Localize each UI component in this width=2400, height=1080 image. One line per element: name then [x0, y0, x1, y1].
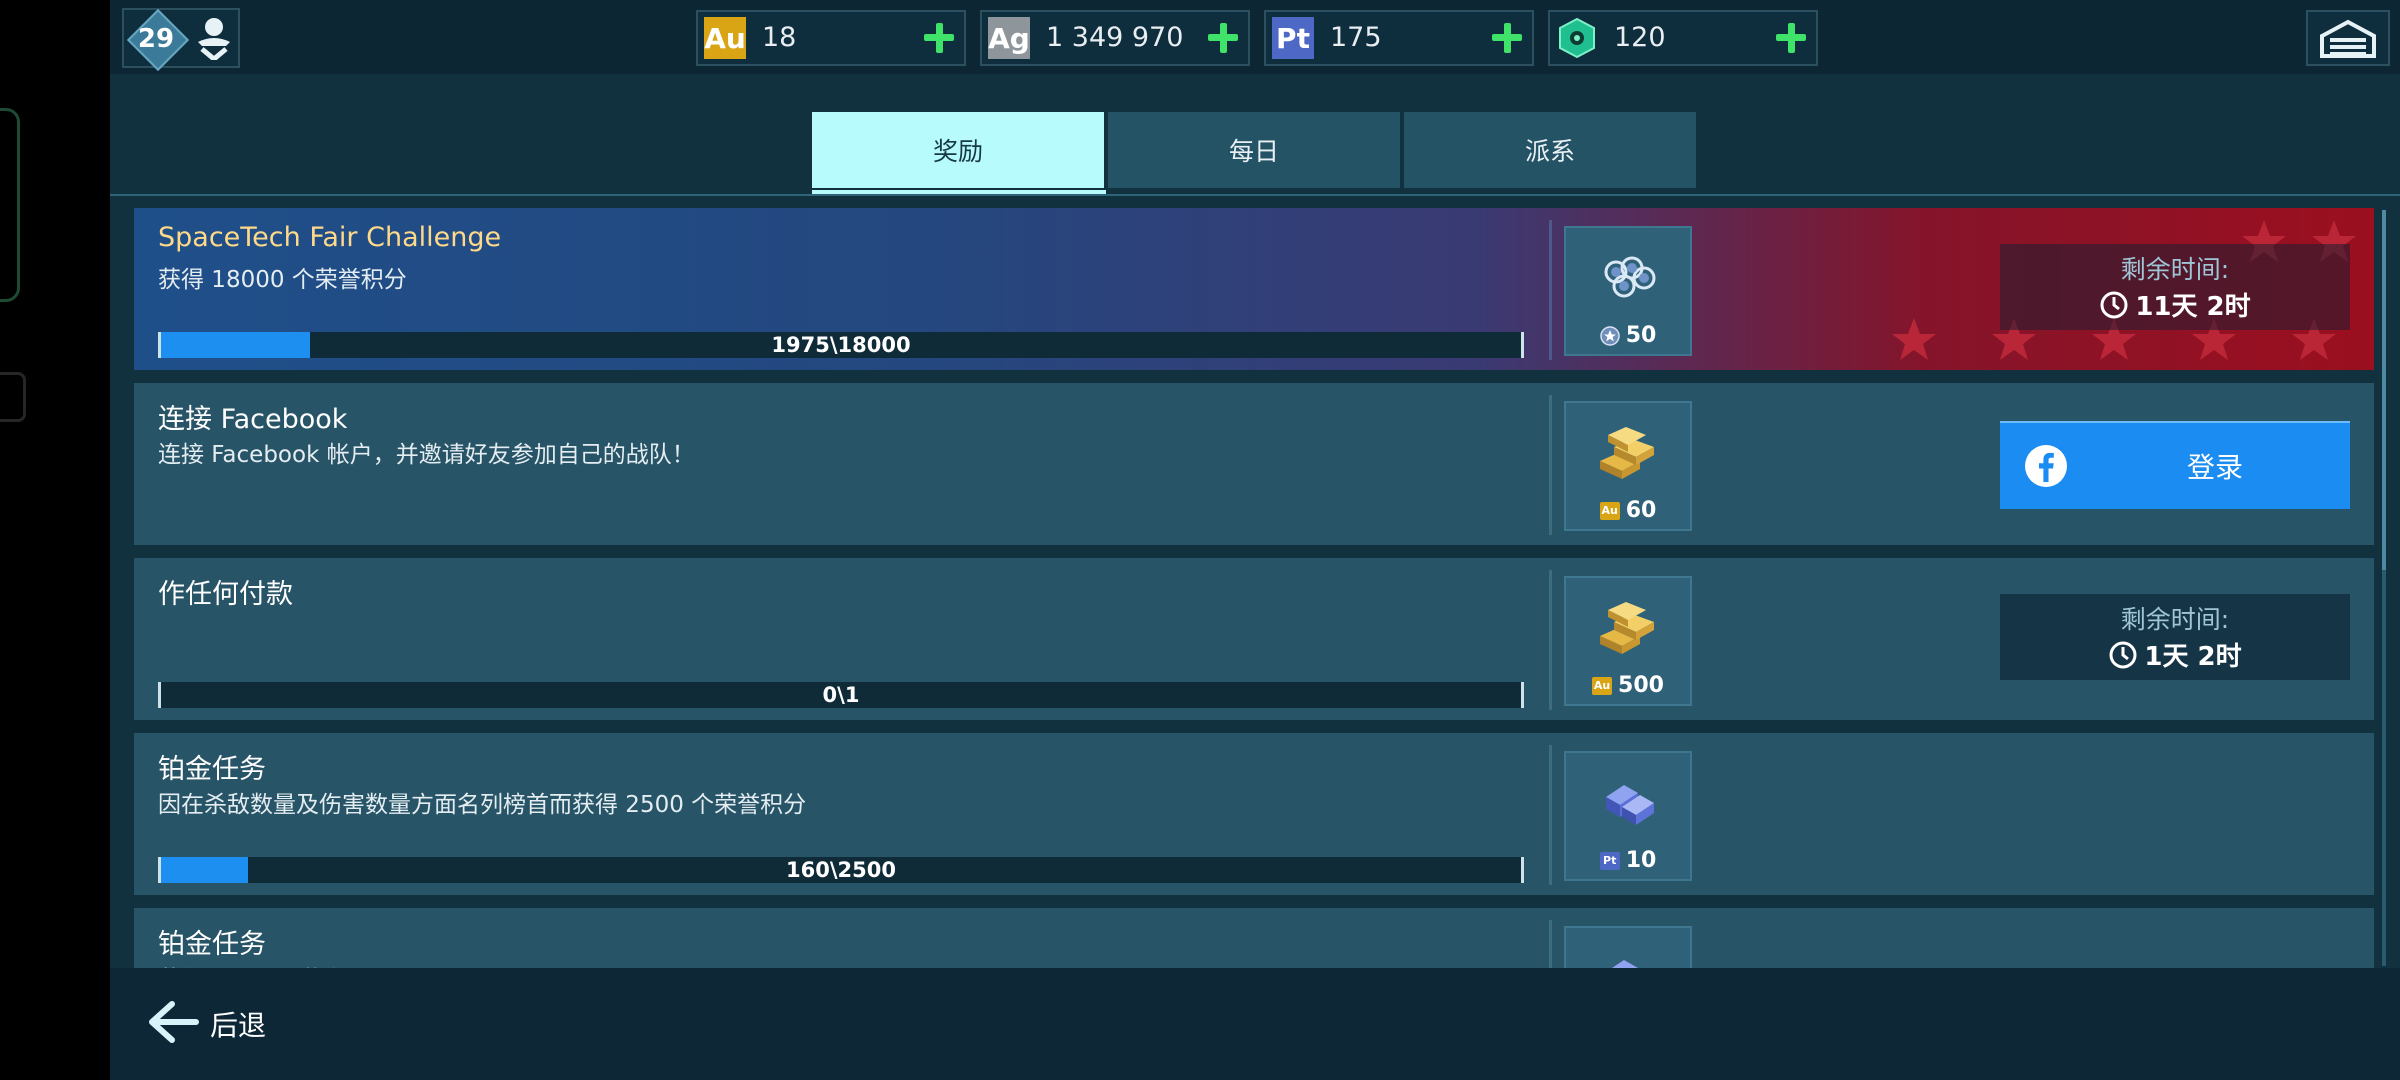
top-bar: 29 Au 18 Ag 1 349 970 Pt 175 120 [110, 0, 2400, 74]
add-platinum-button[interactable] [1488, 19, 1526, 57]
reward-amount-value: 500 [1618, 673, 1664, 698]
mission-row[interactable]: 铂金任务 因在杀敌数量及伤害数量方面名列榜首而获得 2500 个荣誉积分 160… [134, 733, 2374, 895]
reward-amount-value: 10 [1625, 848, 1657, 873]
platinum-amount: 175 [1330, 22, 1382, 53]
gold-au-icon: Au [1599, 501, 1620, 520]
gold-au-icon: Au [704, 17, 746, 59]
mission-row[interactable]: 作任何付款 0\1 Au 500 剩余时间: 1天 2时 [134, 558, 2374, 720]
row-separator [1549, 570, 1552, 710]
gold-amount: 18 [762, 22, 797, 53]
device-edge [0, 0, 110, 1080]
progress-text: 160\2500 [786, 858, 896, 882]
reward-amount: 50 [1566, 323, 1690, 348]
missions-screen: 29 Au 18 Ag 1 349 970 Pt 175 120 奖励 每日 派… [110, 0, 2400, 1080]
currency-platinum: Pt 175 [1264, 10, 1534, 66]
back-button[interactable]: 后退 [210, 1004, 266, 1044]
row-separator [1549, 220, 1552, 360]
mission-progress-bar: 160\2500 [158, 857, 1524, 883]
hangar-button[interactable] [2306, 10, 2390, 66]
scrollbar-thumb[interactable] [2382, 210, 2386, 570]
progress-text: 1975\18000 [771, 333, 911, 357]
tab-rewards[interactable]: 奖励 [812, 112, 1104, 188]
currency-silver: Ag 1 349 970 [980, 10, 1250, 66]
mission-title: SpaceTech Fair Challenge [158, 222, 502, 253]
component-amount: 120 [1614, 22, 1666, 53]
add-gold-button[interactable] [920, 19, 958, 57]
mission-description: 因在杀敌数量及伤害数量方面名列榜首而获得 2500 个荣誉积分 [158, 792, 807, 818]
time-remaining: 剩余时间: 1天 2时 [2000, 594, 2350, 680]
player-level-badge[interactable]: 29 [122, 8, 240, 72]
silver-amount: 1 349 970 [1046, 22, 1184, 53]
gold-au-icon: Au [1592, 676, 1613, 695]
mission-progress-bar: 1975\18000 [158, 332, 1524, 358]
silver-ag-icon: Ag [988, 17, 1030, 59]
mission-row[interactable]: 铂金任务 获得 1700 个荣誉积分 [134, 908, 2374, 968]
reward-amount: Au 500 [1566, 673, 1690, 698]
honor-medals-icon [1604, 256, 1656, 298]
mission-row[interactable]: SpaceTech Fair Challenge 获得 18000 个荣誉积分 … [134, 208, 2374, 370]
header-divider [110, 194, 2400, 196]
honor-points-icon [1599, 325, 1620, 346]
bottom-bar: 后退 [110, 968, 2400, 1080]
time-remaining-label: 剩余时间: [2120, 255, 2230, 284]
mission-description: 获得 18000 个荣誉积分 [158, 267, 407, 293]
mission-title: 铂金任务 [158, 929, 266, 960]
back-arrow-icon[interactable] [144, 998, 200, 1046]
reward-box[interactable]: Au 500 [1564, 576, 1692, 706]
platinum-bars-icon [1612, 960, 1638, 968]
row-separator [1549, 745, 1552, 885]
time-remaining-value: 11天 2时 [2135, 292, 2251, 322]
mission-title: 连接 Facebook [158, 404, 348, 435]
add-component-button[interactable] [1772, 19, 1810, 57]
mission-list[interactable]: SpaceTech Fair Challenge 获得 18000 个荣誉积分 … [134, 208, 2374, 968]
player-level: 29 [137, 24, 175, 54]
platinum-bars-icon [1606, 785, 1654, 825]
clock-icon [2100, 291, 2128, 318]
reward-amount-value: 60 [1625, 498, 1657, 523]
reward-amount: Au 60 [1566, 498, 1690, 523]
progress-text: 0\1 [822, 683, 860, 707]
mission-row[interactable]: 连接 Facebook 连接 Facebook 帐户，并邀请好友参加自己的战队！… [134, 383, 2374, 545]
row-separator [1549, 395, 1552, 535]
gold-bars-icon [1600, 602, 1654, 654]
reward-box[interactable] [1564, 926, 1692, 968]
side-button[interactable] [0, 372, 26, 422]
hangar-icon [2320, 19, 2376, 58]
facebook-icon [2025, 445, 2067, 487]
side-panel-handle[interactable] [0, 108, 20, 302]
currency-component: 120 [1548, 10, 1818, 66]
time-remaining-value-row: 1天 2时 [2000, 636, 2350, 673]
time-remaining: 剩余时间: 11天 2时 [2000, 244, 2350, 330]
mission-progress-bar: 0\1 [158, 682, 1524, 708]
row-separator [1549, 920, 1552, 968]
mission-title: 作任何付款 [158, 579, 293, 610]
component-hex-icon [1559, 17, 1595, 59]
mission-title: 铂金任务 [158, 754, 266, 785]
facebook-login-label: 登录 [2186, 451, 2243, 484]
reward-amount: Pt 10 [1566, 848, 1690, 873]
mission-description: 连接 Facebook 帐户，并邀请好友参加自己的战队！ [158, 442, 695, 468]
add-silver-button[interactable] [1204, 19, 1242, 57]
facebook-login-button[interactable]: 登录 [2000, 421, 2350, 509]
tab-daily[interactable]: 每日 [1108, 112, 1400, 188]
currency-gold: Au 18 [696, 10, 966, 66]
platinum-pt-icon: Pt [1272, 17, 1314, 59]
tab-faction[interactable]: 派系 [1404, 112, 1696, 188]
reward-box[interactable]: Pt 10 [1564, 751, 1692, 881]
mission-description: 获得 1700 个荣誉积分 [158, 960, 392, 968]
reward-box[interactable]: Au 60 [1564, 401, 1692, 531]
profile-icon [198, 18, 230, 60]
time-remaining-value: 1天 2时 [2144, 642, 2242, 672]
time-remaining-value-row: 11天 2时 [2000, 286, 2350, 323]
clock-icon [2109, 641, 2137, 668]
gold-bars-icon [1600, 427, 1654, 479]
platinum-pt-icon: Pt [1599, 851, 1620, 870]
reward-amount-value: 50 [1625, 323, 1657, 348]
reward-box[interactable]: 50 [1564, 226, 1692, 356]
time-remaining-label: 剩余时间: [2120, 605, 2230, 634]
